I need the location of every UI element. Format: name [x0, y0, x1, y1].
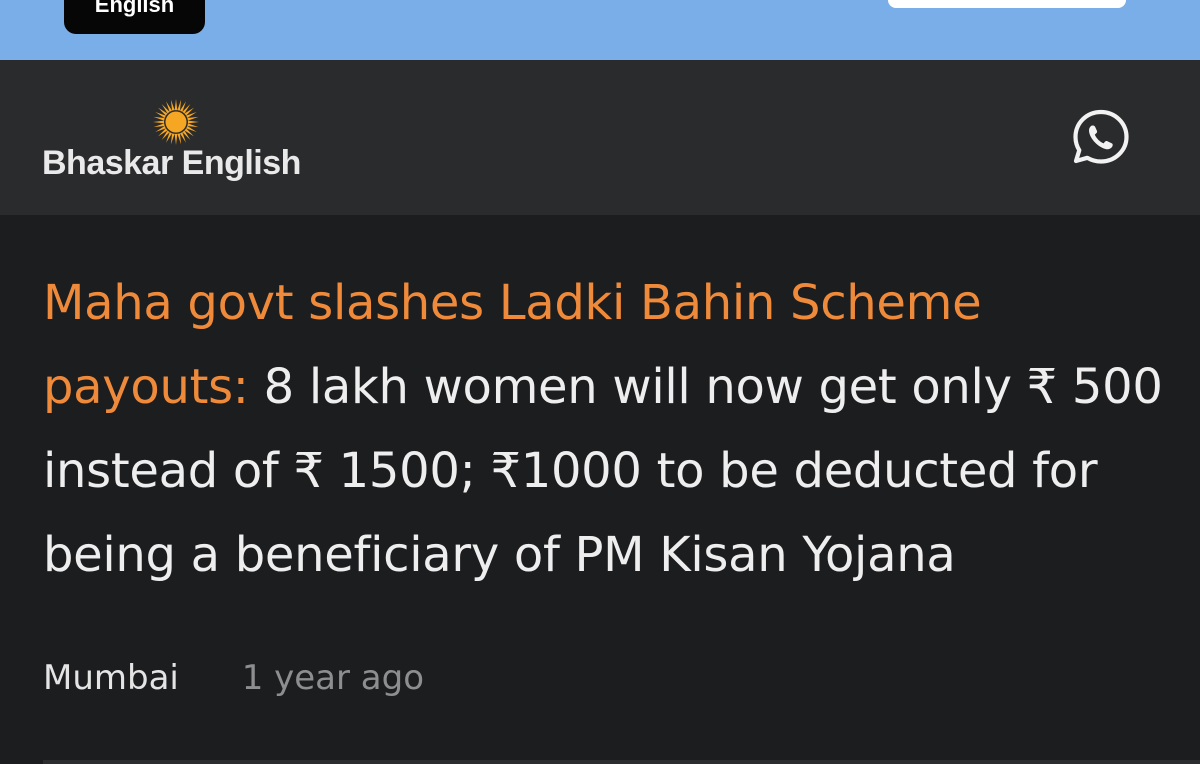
site-header: Bhaskar English	[0, 60, 1200, 215]
brand-name: Bhaskar English	[42, 144, 301, 182]
whatsapp-share-button[interactable]	[1068, 104, 1134, 170]
language-switch-label: English	[94, 0, 175, 17]
article-location: Mumbai	[43, 658, 179, 698]
whatsapp-icon	[1073, 109, 1129, 164]
top-band: English	[0, 0, 1200, 60]
sun-logo-icon	[153, 99, 199, 145]
language-switch-button[interactable]: English	[64, 0, 205, 34]
article-headline[interactable]: Maha govt slashes Ladki Bahin Scheme pay…	[43, 261, 1163, 597]
article-card: Maha govt slashes Ladki Bahin Scheme pay…	[0, 215, 1200, 764]
brand-logo[interactable]: Bhaskar English	[42, 98, 322, 188]
search-box[interactable]	[888, 0, 1126, 8]
article-timestamp: 1 year ago	[241, 658, 425, 698]
article-meta: Mumbai 1 year ago	[43, 658, 424, 698]
next-card-edge	[43, 760, 1200, 764]
